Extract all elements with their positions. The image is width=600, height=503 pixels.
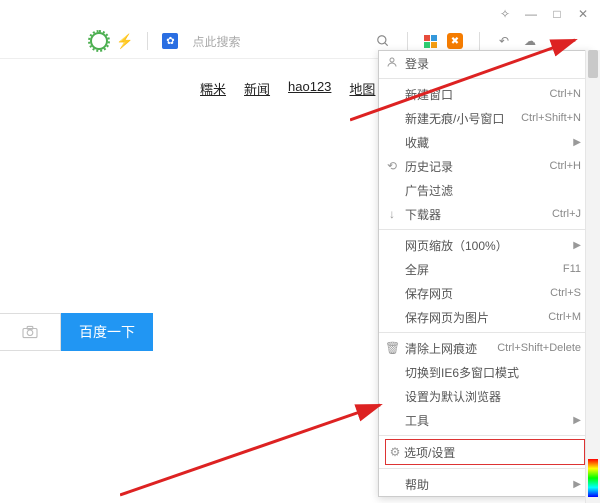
chevron-right-icon: ▶: [573, 240, 581, 251]
menu-item-label: 收藏: [405, 134, 429, 151]
menu-shortcut: Ctrl+Shift+N: [521, 112, 581, 124]
search-area: 百度一下: [0, 313, 153, 351]
menu-ie6-mode[interactable]: 切换到IE6多窗口模式: [379, 360, 591, 384]
menu-item-label: 下载器: [405, 206, 441, 223]
divider: [479, 32, 480, 50]
menu-zoom[interactable]: 网页缩放（100%） ▶: [379, 233, 591, 257]
annotation-arrow-bottom: [120, 400, 390, 500]
menu-shortcut: Ctrl+J: [552, 208, 581, 220]
tools-icon[interactable]: ✖: [447, 33, 463, 49]
menu-item-label: 登录: [405, 55, 429, 72]
vertical-scrollbar[interactable]: [585, 50, 600, 503]
baidu-favicon: ✿: [162, 33, 178, 49]
menu-item-label: 新建窗口: [405, 86, 453, 103]
menu-favorites[interactable]: 收藏 ▶: [379, 130, 591, 154]
menu-shortcut: Ctrl+N: [550, 88, 581, 100]
menu-help[interactable]: 帮助 ▶: [379, 472, 591, 496]
close-button[interactable]: ✕: [576, 7, 590, 21]
menu-item-label: 网页缩放（100%）: [405, 237, 508, 254]
menu-history[interactable]: ⟲ 历史记录 Ctrl+H: [379, 154, 591, 178]
undo-icon[interactable]: ↶: [496, 33, 512, 49]
chevron-right-icon: ▶: [573, 137, 581, 148]
menu-item-label: 选项/设置: [404, 444, 455, 461]
sparkle-icon[interactable]: ✧: [498, 7, 512, 21]
color-indicator: [588, 459, 598, 497]
menu-fullscreen[interactable]: 全屏 F11: [379, 257, 591, 281]
menu-new-incognito[interactable]: 新建无痕/小号窗口 Ctrl+Shift+N: [379, 106, 591, 130]
chevron-right-icon: ▶: [573, 479, 581, 490]
menu-separator: [379, 468, 591, 469]
menu-separator: [379, 332, 591, 333]
minimize-button[interactable]: —: [524, 7, 538, 21]
main-menu-dropdown: 登录 新建窗口Ctrl+N 新建无痕/小号窗口Ctrl+Shift+N 收藏▶ …: [378, 50, 592, 497]
cloud-icon[interactable]: ☁: [522, 33, 538, 49]
window-titlebar: ✧ — □ ✕: [0, 0, 600, 24]
device-icon[interactable]: ▭: [548, 33, 564, 49]
menu-save-as-image[interactable]: 保存网页为图片 Ctrl+M: [379, 305, 591, 329]
camera-search-icon[interactable]: [0, 313, 61, 351]
user-icon: [385, 56, 399, 71]
menu-item-label: 清除上网痕迹: [405, 340, 477, 357]
extension-icon[interactable]: [90, 32, 108, 50]
divider: [147, 32, 148, 50]
nav-link-map[interactable]: 地图: [349, 79, 375, 98]
nav-link-hao123[interactable]: hao123: [288, 79, 331, 98]
menu-set-default[interactable]: 设置为默认浏览器: [379, 384, 591, 408]
menu-clear-history[interactable]: 🗑 清除上网痕迹 Ctrl+Shift+Delete: [379, 336, 591, 360]
divider: [407, 32, 408, 50]
menu-new-window[interactable]: 新建窗口 Ctrl+N: [379, 82, 591, 106]
apps-grid-icon[interactable]: [424, 35, 437, 48]
chevron-right-icon: ▶: [573, 415, 581, 426]
menu-item-label: 切换到IE6多窗口模式: [405, 364, 519, 381]
scrollbar-thumb[interactable]: [588, 50, 598, 78]
menu-separator: [379, 78, 591, 79]
nav-link-nuomi[interactable]: 糯米: [200, 79, 226, 98]
maximize-button[interactable]: □: [550, 7, 564, 21]
address-search-input[interactable]: 点此搜索: [192, 33, 240, 50]
menu-separator: [379, 435, 591, 436]
menu-item-label: 帮助: [405, 476, 429, 493]
gear-icon: ⚙: [388, 445, 402, 459]
menu-item-label: 保存网页: [405, 285, 453, 302]
menu-shortcut: F11: [563, 263, 581, 275]
menu-shortcut: Ctrl+H: [550, 160, 581, 172]
menu-save-page[interactable]: 保存网页 Ctrl+S: [379, 281, 591, 305]
download-icon: ↓: [385, 207, 399, 221]
menu-item-label: 广告过滤: [405, 182, 453, 199]
menu-shortcut: Ctrl+S: [550, 287, 581, 299]
menu-item-label: 保存网页为图片: [405, 309, 489, 326]
menu-item-label: 设置为默认浏览器: [405, 388, 501, 405]
search-icon[interactable]: [375, 33, 391, 49]
menu-item-label: 历史记录: [405, 158, 453, 175]
main-menu-button[interactable]: [574, 33, 590, 49]
menu-options-settings[interactable]: ⚙选项/设置: [385, 439, 585, 465]
bolt-icon[interactable]: ⚡: [116, 33, 133, 50]
menu-item-label: 工具: [405, 412, 429, 429]
menu-shortcut: Ctrl+M: [548, 311, 581, 323]
menu-item-label: 全屏: [405, 261, 429, 278]
nav-link-news[interactable]: 新闻: [244, 79, 270, 98]
menu-downloads[interactable]: ↓ 下载器 Ctrl+J: [379, 202, 591, 226]
menu-separator: [379, 229, 591, 230]
trash-icon: 🗑: [385, 341, 399, 355]
menu-adblock[interactable]: 广告过滤: [379, 178, 591, 202]
menu-login[interactable]: 登录: [379, 51, 591, 75]
menu-tools[interactable]: 工具 ▶: [379, 408, 591, 432]
menu-item-label: 新建无痕/小号窗口: [405, 110, 504, 127]
baidu-search-button[interactable]: 百度一下: [61, 313, 153, 351]
history-icon: ⟲: [385, 159, 399, 173]
menu-shortcut: Ctrl+Shift+Delete: [497, 342, 581, 354]
